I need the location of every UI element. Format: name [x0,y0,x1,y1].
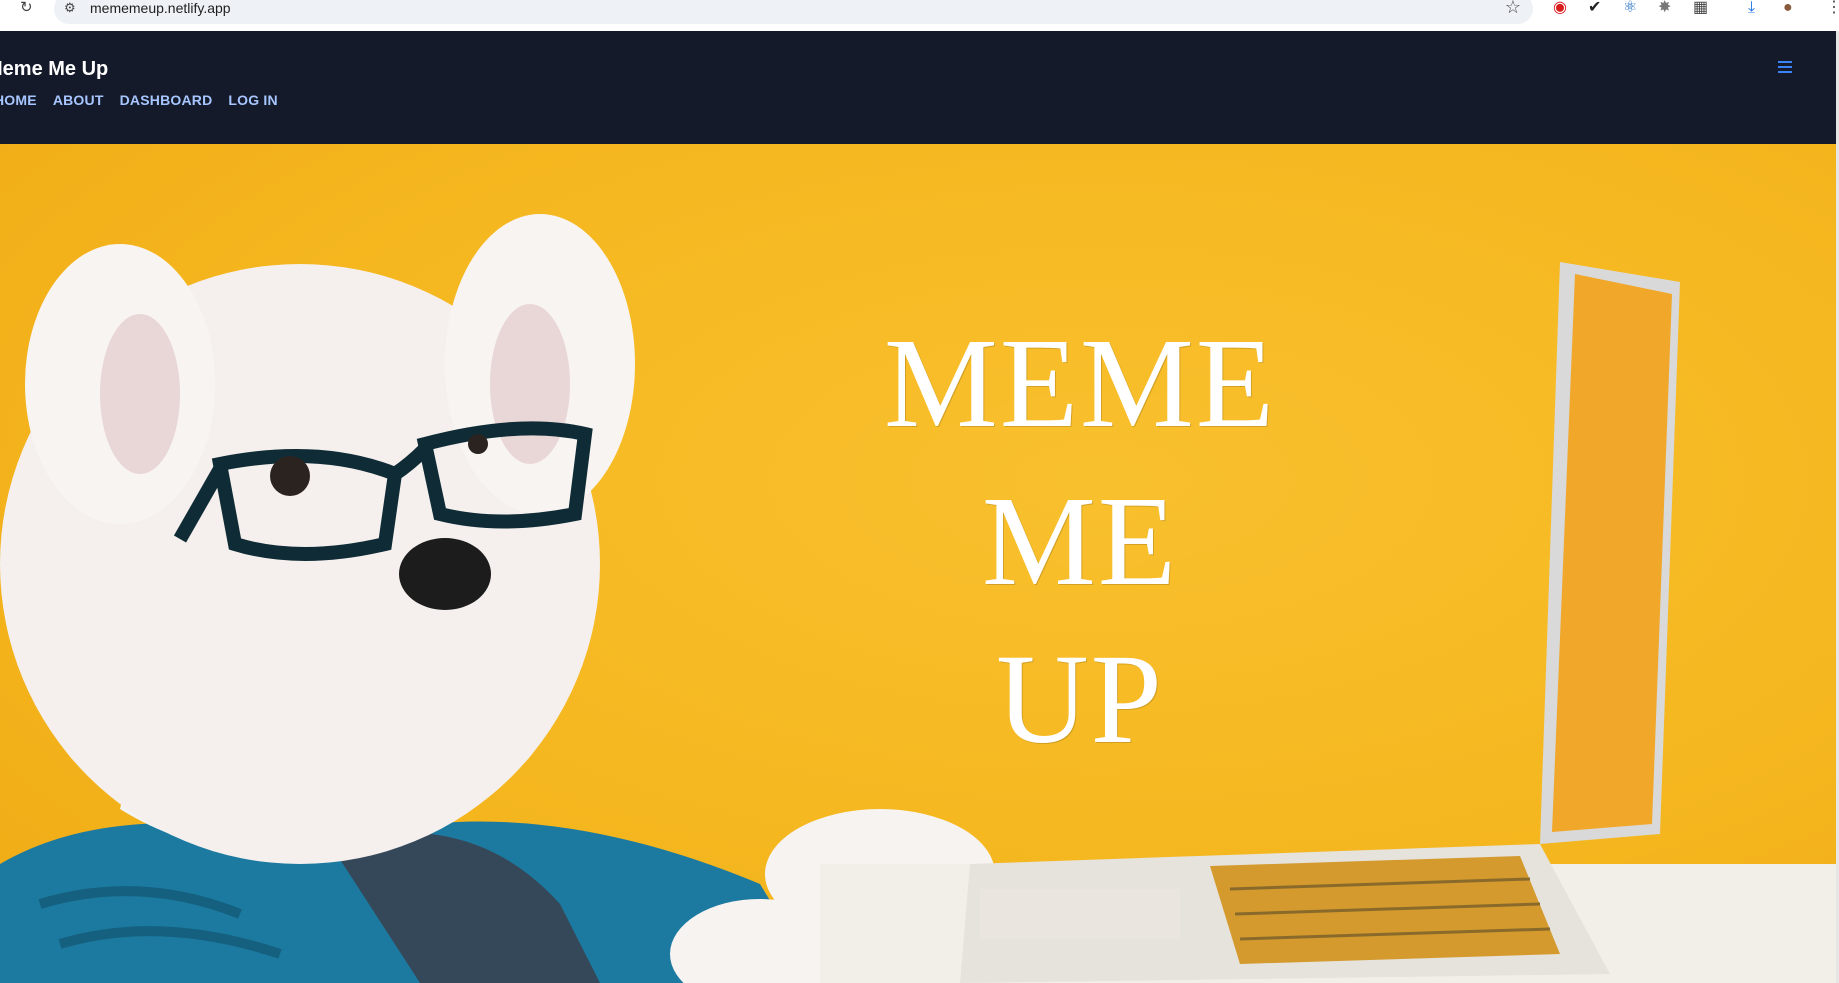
site-navbar: Meme Me Up HOME ABOUT DASHBOARD LOG IN [0,31,1836,144]
profile-avatar-icon[interactable]: ● [1783,0,1793,16]
nav-link-home[interactable]: HOME [0,92,37,108]
browser-toolbar: ↻ ⚙ mememeup.netlify.app ☆ ◉ ✔ ⚛ ✸ ▦ ⤓ ●… [0,0,1839,31]
hero-title-line: MEME [884,312,1276,454]
download-icon[interactable]: ⤓ [1748,0,1755,16]
bookmark-star-icon[interactable]: ☆ [1505,0,1521,18]
hero-title-line: ME [982,470,1178,612]
brand-title[interactable]: Meme Me Up [0,58,108,81]
nav-link-dashboard[interactable]: DASHBOARD [120,92,213,108]
menu-kebab-icon[interactable]: ⋮ [1826,0,1839,16]
site-info-icon[interactable]: ⚙ [64,0,76,16]
react-devtools-icon[interactable]: ⚛ [1623,0,1637,16]
reload-icon[interactable]: ↻ [20,0,38,16]
bug-extension-icon[interactable]: ✸ [1658,0,1671,16]
extensions-puzzle-icon[interactable]: ▦ [1693,0,1708,16]
record-extension-icon[interactable]: ◉ [1553,0,1567,16]
nav-links: HOME ABOUT DASHBOARD LOG IN [0,92,278,108]
nav-link-login[interactable]: LOG IN [228,92,277,108]
address-bar[interactable]: ⚙ mememeup.netlify.app ☆ [54,0,1533,24]
hero-banner: MEME ME UP [0,144,1836,983]
hamburger-menu-icon[interactable] [1778,61,1792,73]
hero-title-line: UP [996,628,1164,770]
hero-title: MEME ME UP [700,304,1460,778]
nav-link-about[interactable]: ABOUT [53,92,104,108]
check-extension-icon[interactable]: ✔ [1588,0,1601,16]
url-text: mememeup.netlify.app [90,0,231,16]
